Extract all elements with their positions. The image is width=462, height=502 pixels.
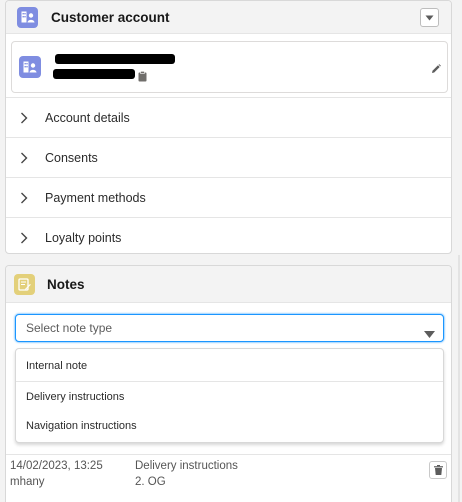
chevron-right-icon [20, 192, 32, 204]
contact-card-icon [17, 6, 38, 28]
caret-down-icon [424, 325, 435, 343]
note-icon [14, 273, 35, 295]
pencil-icon[interactable] [431, 61, 441, 79]
note-type-select[interactable]: Select note type [15, 314, 444, 342]
clipboard-icon[interactable] [138, 69, 147, 87]
note-type: Delivery instructions [135, 460, 238, 472]
option-internal-note[interactable]: Internal note [16, 351, 443, 381]
customer-account-title: Customer account [51, 9, 170, 25]
trash-icon [433, 465, 443, 475]
customer-account-header: Customer account [6, 1, 451, 34]
note-entry: 14/02/2023, 13:25 mhany Delivery instruc… [6, 454, 451, 502]
customer-account-card: Customer account Account details Consent… [5, 0, 452, 254]
contact-tile[interactable] [11, 41, 448, 93]
delete-note-button[interactable] [429, 461, 447, 479]
chevron-right-icon [20, 152, 32, 164]
chevron-down-icon [425, 15, 434, 20]
card-menu-button[interactable] [420, 8, 439, 27]
contact-name-redacted [55, 54, 175, 64]
note-text: 2. OG [135, 476, 166, 488]
chevron-right-icon [20, 232, 32, 244]
section-label: Consents [45, 150, 98, 165]
section-label: Payment methods [45, 190, 146, 205]
chevron-right-icon [20, 112, 32, 124]
notes-header: Notes [6, 266, 451, 303]
notes-card: Notes Select note type Internal note Del… [5, 265, 452, 502]
section-account-details[interactable]: Account details [6, 97, 451, 137]
note-author: mhany [10, 476, 45, 488]
note-type-placeholder: Select note type [26, 321, 113, 335]
section-label: Account details [45, 110, 130, 125]
contact-phone-redacted [53, 69, 135, 79]
section-loyalty-points[interactable]: Loyalty points [6, 217, 451, 253]
note-date: 14/02/2023, 13:25 [10, 460, 103, 472]
option-delivery-instructions[interactable]: Delivery instructions [16, 381, 443, 411]
section-payment-methods[interactable]: Payment methods [6, 177, 451, 217]
section-consents[interactable]: Consents [6, 137, 451, 177]
note-type-options: Internal note Delivery instructions Navi… [15, 348, 444, 443]
section-label: Loyalty points [45, 230, 122, 245]
panel-divider [458, 255, 460, 502]
option-navigation-instructions[interactable]: Navigation instructions [16, 411, 443, 441]
notes-title: Notes [47, 276, 85, 292]
contact-card-icon [19, 56, 41, 78]
